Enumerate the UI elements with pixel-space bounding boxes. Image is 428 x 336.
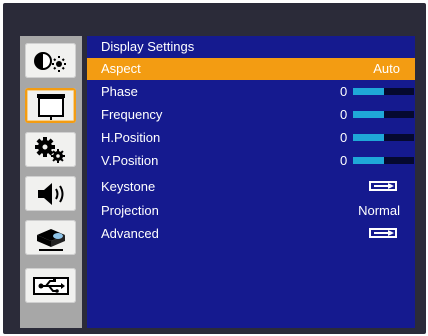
menu-row-frequency[interactable]: Frequency 0 bbox=[87, 104, 415, 126]
slider-value: 0 bbox=[340, 130, 348, 145]
projector-osd: Display Settings Aspect Auto Phase 0 Fre… bbox=[3, 3, 426, 334]
enter-submenu-button[interactable] bbox=[369, 181, 397, 191]
menu-row-phase[interactable]: Phase 0 bbox=[87, 81, 415, 103]
enter-submenu-button[interactable] bbox=[369, 228, 397, 238]
picture-tab[interactable] bbox=[25, 43, 76, 78]
slider-bar[interactable] bbox=[353, 157, 414, 164]
row-label: Keystone bbox=[101, 179, 156, 194]
slider-value: 0 bbox=[340, 153, 348, 168]
settings-tab[interactable] bbox=[25, 132, 76, 167]
menu-row-projection[interactable]: Projection Normal bbox=[87, 200, 415, 222]
gears-icon bbox=[34, 136, 65, 163]
contrast-brightness-icon bbox=[33, 51, 66, 72]
row-label: Advanced bbox=[101, 226, 159, 241]
menu-tab-column bbox=[20, 36, 82, 328]
slider-fill bbox=[353, 157, 384, 164]
row-label: H.Position bbox=[101, 130, 161, 145]
menu-row-aspect[interactable]: Aspect Auto bbox=[87, 58, 415, 80]
right-arrow-icon bbox=[374, 230, 394, 236]
slider-fill bbox=[353, 134, 384, 141]
menu-row-h-position[interactable]: H.Position 0 bbox=[87, 127, 415, 149]
usb-tab[interactable] bbox=[25, 268, 76, 303]
row-value: Normal bbox=[358, 203, 400, 218]
slider-bar[interactable] bbox=[353, 134, 414, 141]
screen-icon bbox=[36, 93, 65, 120]
usb-icon bbox=[32, 276, 69, 295]
speaker-icon bbox=[37, 182, 63, 205]
display-tab[interactable] bbox=[25, 88, 76, 123]
menu-row-keystone[interactable]: Keystone bbox=[87, 176, 415, 198]
volume-tab[interactable] bbox=[25, 176, 76, 211]
right-arrow-icon bbox=[374, 183, 394, 189]
row-label: Frequency bbox=[101, 107, 163, 122]
projector-icon bbox=[36, 228, 65, 251]
menu-row-v-position[interactable]: V.Position 0 bbox=[87, 150, 415, 172]
row-label: Projection bbox=[101, 203, 159, 218]
display-settings-panel: Display Settings Aspect Auto Phase 0 Fre… bbox=[87, 36, 415, 328]
row-label: V.Position bbox=[101, 153, 159, 168]
slider-value: 0 bbox=[340, 107, 348, 122]
panel-title: Display Settings bbox=[101, 39, 195, 54]
row-label: Phase bbox=[101, 84, 138, 99]
slider-value: 0 bbox=[340, 84, 348, 99]
projector-tab[interactable] bbox=[25, 220, 76, 255]
row-label: Aspect bbox=[101, 61, 141, 76]
slider-bar[interactable] bbox=[353, 111, 414, 118]
slider-fill bbox=[353, 88, 384, 95]
slider-bar[interactable] bbox=[353, 88, 414, 95]
slider-fill bbox=[353, 111, 384, 118]
row-value: Auto bbox=[373, 61, 400, 76]
menu-row-advanced[interactable]: Advanced bbox=[87, 223, 415, 245]
